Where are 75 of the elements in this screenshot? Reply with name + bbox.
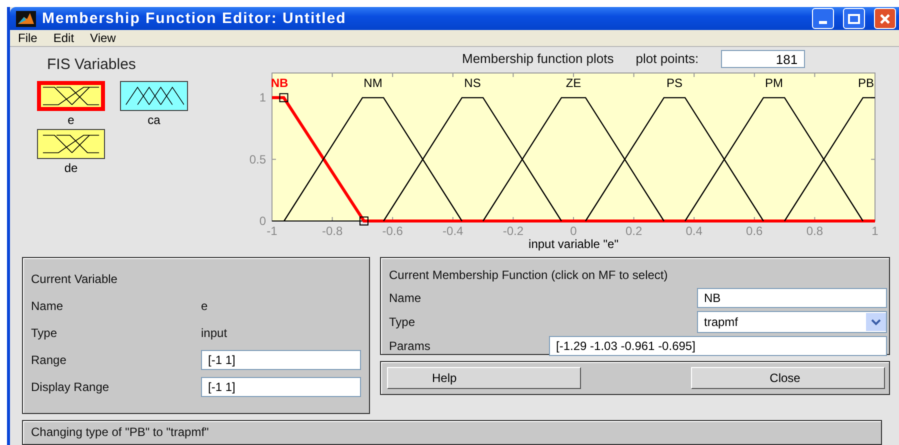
- membership-curves-icon: [41, 84, 101, 107]
- window-title: Membership Function Editor: Untitled: [42, 10, 348, 28]
- membership-curve[interactable]: [784, 97, 875, 222]
- tick-label: -0.4: [442, 224, 464, 238]
- chevron-down-icon: [866, 312, 886, 331]
- field-label: Params: [389, 338, 432, 353]
- minimize-icon: [819, 20, 827, 24]
- variable-button[interactable]: [37, 128, 105, 159]
- tick-label: 0.4: [686, 224, 702, 238]
- curve-label: PM: [765, 76, 783, 90]
- plot-title: Membership function plots: [462, 51, 614, 66]
- params-field[interactable]: [-1.29 -1.03 -0.961 -0.695]: [549, 336, 887, 356]
- variable-name: e: [201, 299, 209, 314]
- curve-label: PS: [666, 76, 682, 90]
- membership-curves-icon: [124, 84, 184, 107]
- tick-label: 0.6: [746, 224, 763, 238]
- variable-button[interactable]: [37, 80, 105, 111]
- tick-label: -0.2: [502, 224, 524, 238]
- handle-marker[interactable]: [359, 216, 368, 226]
- field-label: Type: [389, 314, 416, 329]
- app-logo-icon: [16, 10, 36, 27]
- variable-label: e: [68, 112, 74, 127]
- membership-curve[interactable]: [383, 97, 562, 222]
- tick-label: 0.5: [249, 152, 266, 167]
- menu-item[interactable]: View: [85, 30, 121, 45]
- field-label: Name: [389, 290, 422, 305]
- menu-item[interactable]: File: [13, 30, 42, 45]
- status-message: Changing type of "PB" to "trapmf": [31, 425, 209, 440]
- variable-label: de: [64, 160, 78, 175]
- minimize-button[interactable]: [812, 8, 834, 30]
- mf-type-dropdown[interactable]: trapmf: [697, 310, 887, 333]
- membership-curves-icon: [41, 132, 101, 155]
- curve-label: NB: [270, 76, 288, 90]
- tick-label: 0.8: [806, 224, 824, 238]
- variable-label: ca: [148, 112, 160, 127]
- field-label: Type: [31, 326, 58, 340]
- tick-label: 1: [259, 91, 266, 106]
- panel-title: Current Membership Function (click on MF to select): [389, 268, 669, 282]
- tick-label: 0: [259, 214, 266, 228]
- membership-curve[interactable]: [482, 97, 664, 222]
- display-range-field[interactable]: [-1 1]: [201, 377, 361, 398]
- x-axis-label: input variable "e": [528, 237, 618, 252]
- maximize-icon: [848, 14, 860, 24]
- tick-label: -0.6: [382, 224, 403, 238]
- close-button[interactable]: [874, 8, 896, 30]
- tick-label: 1: [872, 224, 878, 238]
- close-dialog-button[interactable]: Close: [691, 366, 885, 389]
- tick-label: 0: [570, 224, 577, 238]
- tick-label: 0.2: [625, 224, 642, 238]
- panel-title: Current Variable: [31, 272, 118, 286]
- range-field[interactable]: [-1 1]: [201, 350, 361, 370]
- curve-label: ZE: [566, 76, 582, 90]
- maximize-button[interactable]: [843, 8, 865, 30]
- membership-curve[interactable]: [272, 96, 875, 223]
- membership-curve[interactable]: [684, 97, 864, 222]
- plot-points-field[interactable]: 181: [720, 50, 805, 68]
- plot-points-label: plot points:: [636, 51, 699, 66]
- close-icon: [879, 12, 891, 25]
- field-label: Name: [31, 299, 64, 314]
- tick-label: -0.8: [322, 224, 343, 238]
- curve-label: NM: [364, 76, 382, 90]
- help-button[interactable]: Help: [387, 366, 581, 389]
- curve-label: NS: [464, 76, 481, 90]
- variable-button[interactable]: [120, 80, 188, 111]
- membership-curve[interactable]: [284, 97, 462, 222]
- mf-name-field[interactable]: NB: [697, 288, 887, 308]
- section-title: FIS Variables: [46, 56, 137, 73]
- field-label: Range: [31, 353, 68, 368]
- field-label: Display Range: [31, 380, 110, 394]
- tick-label: -1: [266, 224, 278, 238]
- handle-marker[interactable]: [279, 94, 288, 103]
- menu-item[interactable]: Edit: [48, 30, 80, 45]
- membership-curve[interactable]: [585, 97, 764, 222]
- variable-type: input: [201, 326, 228, 340]
- curve-label: PB: [858, 76, 874, 90]
